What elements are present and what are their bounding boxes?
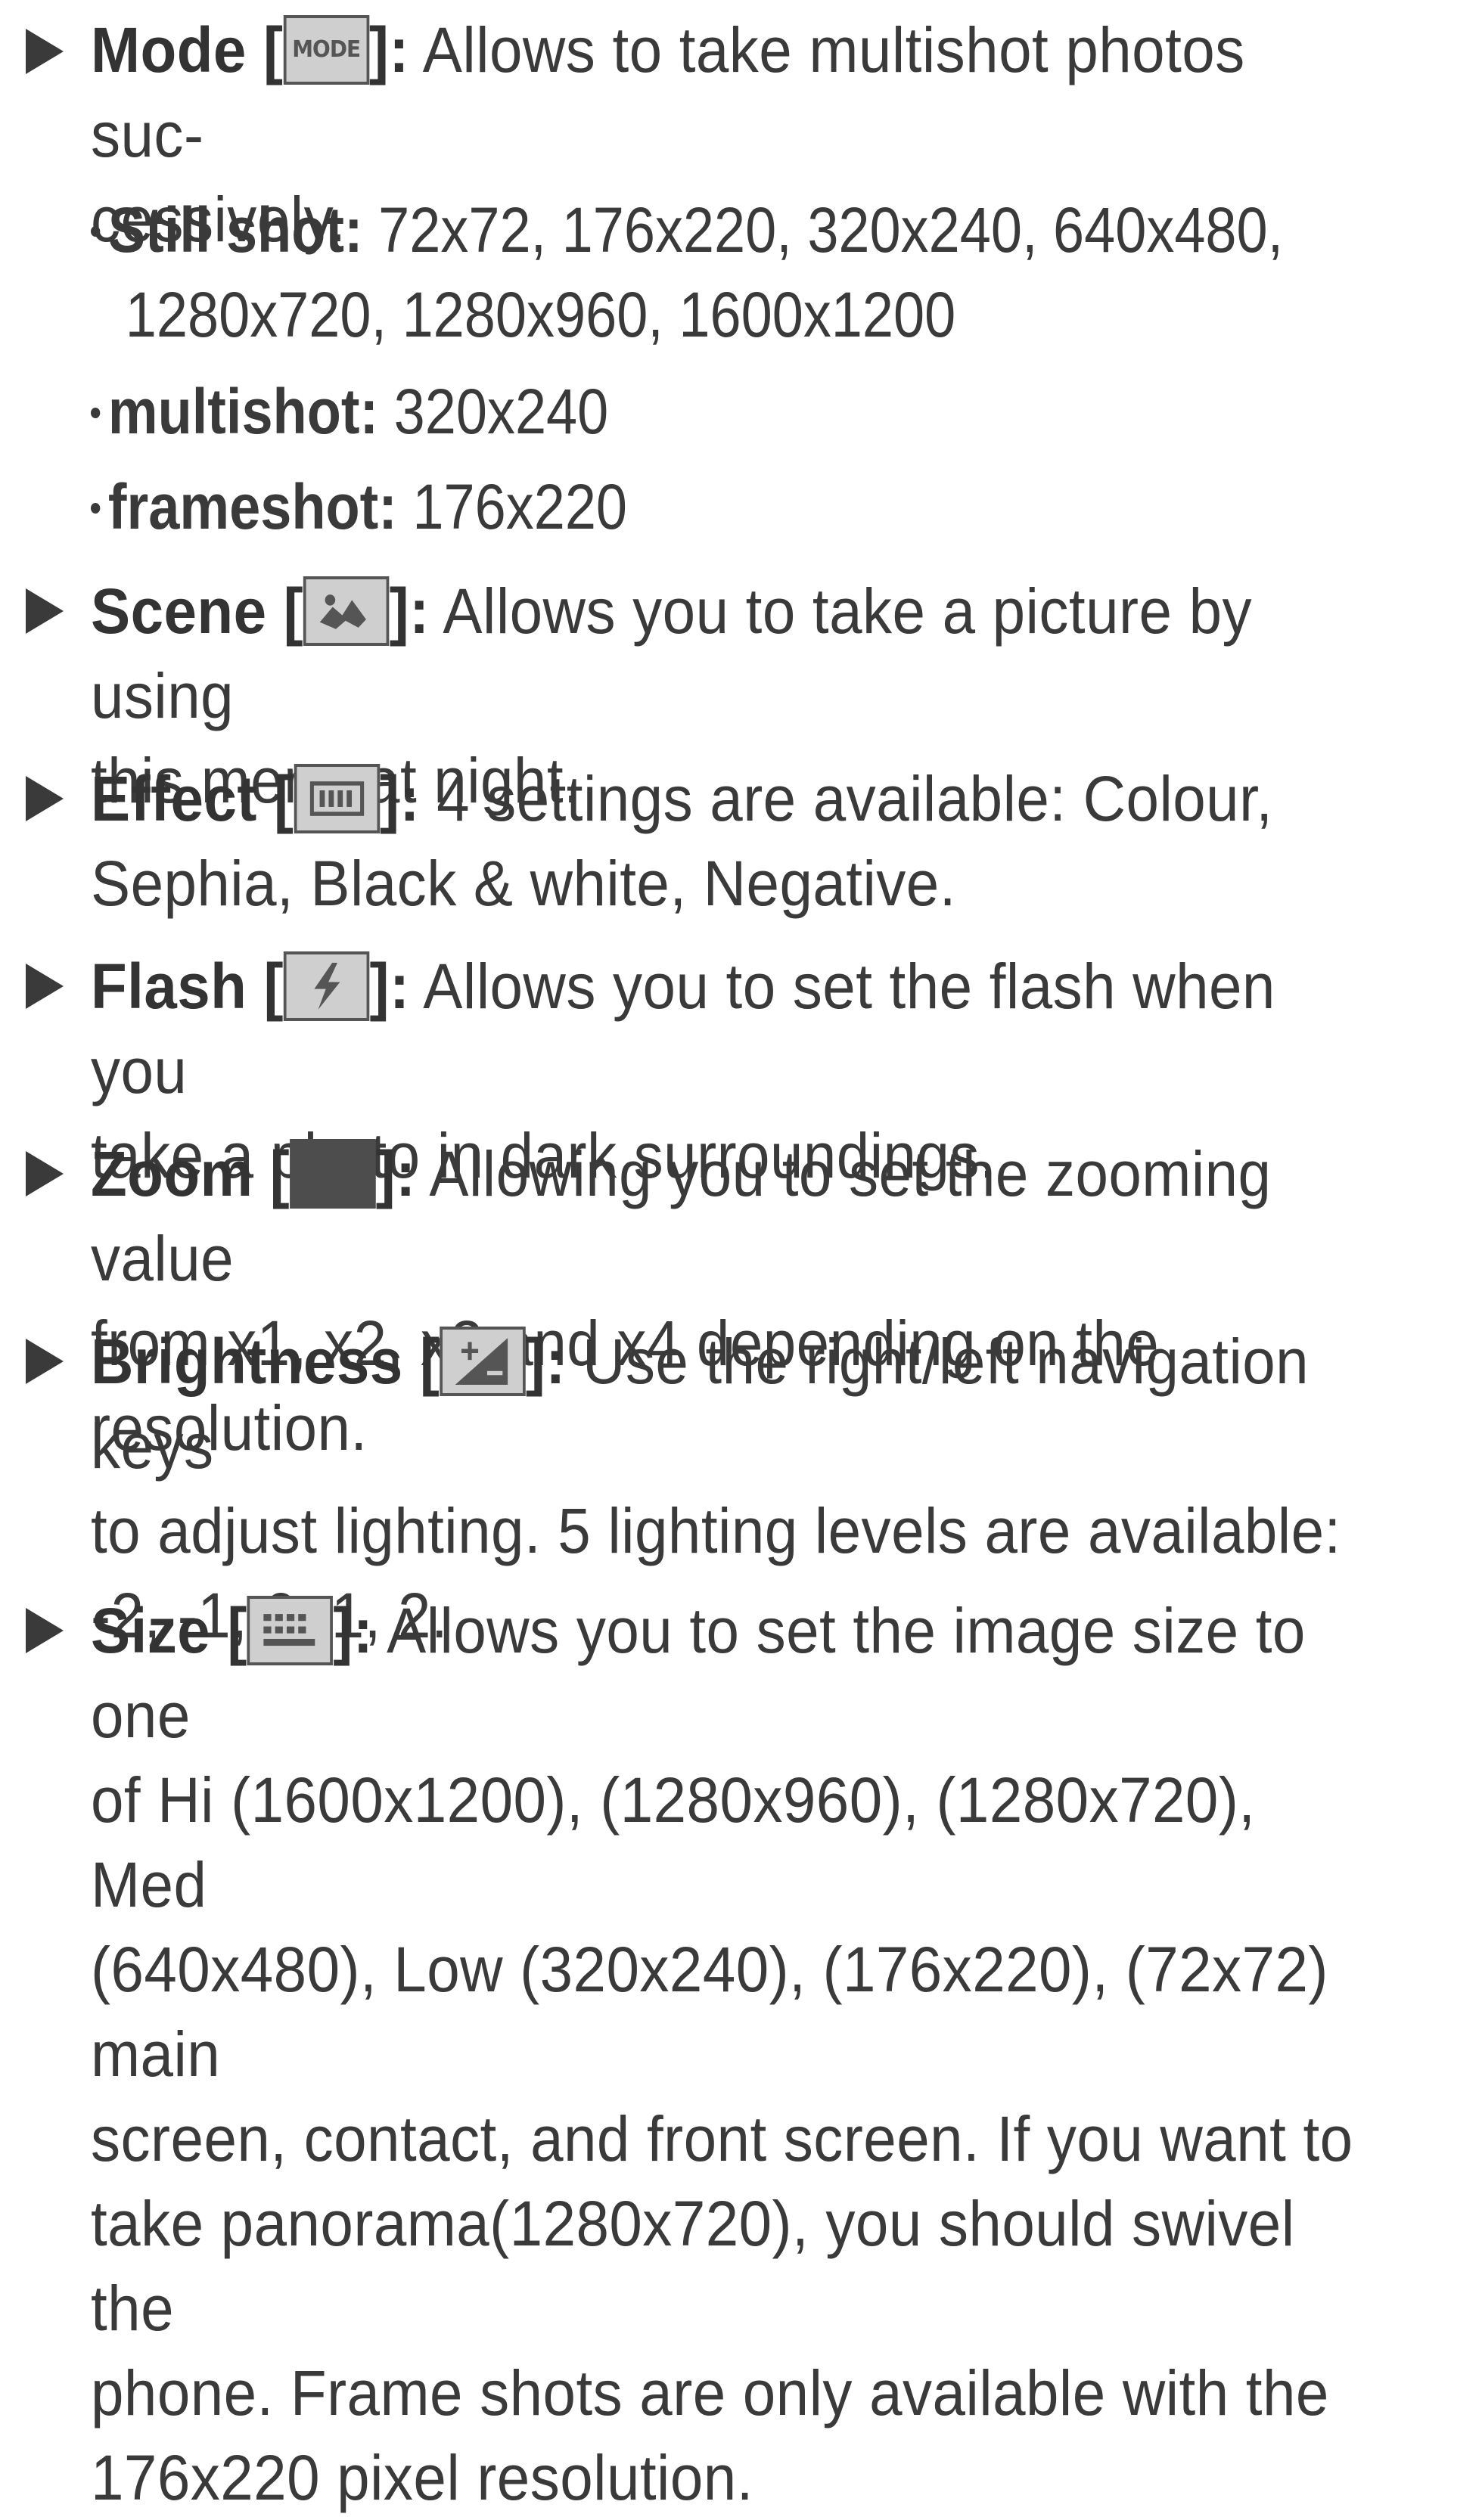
bullet-arrow-icon bbox=[26, 29, 64, 74]
bullet-dot-icon bbox=[91, 407, 101, 418]
subitem-still-shot: Still shot: 72x72, 176x220, 320x240, 640… bbox=[91, 188, 1289, 357]
entry-title: Flash bbox=[91, 951, 247, 1022]
bullet-arrow-icon bbox=[26, 1151, 64, 1196]
effect-icon bbox=[294, 763, 380, 833]
entry-title: Effect bbox=[91, 763, 257, 834]
bullet-arrow-icon bbox=[26, 776, 64, 821]
size-icon bbox=[247, 1595, 334, 1665]
scene-night-icon bbox=[303, 576, 390, 646]
mode-icon: MODE bbox=[283, 14, 369, 85]
bullet-arrow-icon bbox=[26, 588, 64, 634]
bullet-arrow-icon bbox=[26, 964, 64, 1009]
subitem-frameshot: frameshot: 176x220 bbox=[91, 464, 1289, 549]
bullet-arrow-icon bbox=[26, 1608, 64, 1653]
bullet-dot-icon bbox=[91, 225, 101, 237]
entry-title: Zoom bbox=[91, 1138, 253, 1209]
entry-title: Size bbox=[91, 1595, 211, 1666]
entry-description: 4 settings are available: Colour, bbox=[437, 763, 1273, 834]
entry-title: Brightness bbox=[91, 1326, 403, 1397]
bullet-arrow-icon bbox=[26, 1339, 64, 1384]
entry-title: Scene bbox=[91, 576, 267, 647]
manual-page: Mode [MODE]: Allows to take multishot ph… bbox=[0, 0, 1482, 2513]
entry-title: Mode bbox=[91, 14, 247, 85]
bullet-dot-icon bbox=[91, 502, 101, 514]
brightness-icon bbox=[440, 1326, 526, 1396]
subitem-multishot: multishot: 320x240 bbox=[91, 369, 1289, 454]
zoom-icon bbox=[290, 1138, 376, 1209]
flash-icon bbox=[284, 951, 370, 1021]
